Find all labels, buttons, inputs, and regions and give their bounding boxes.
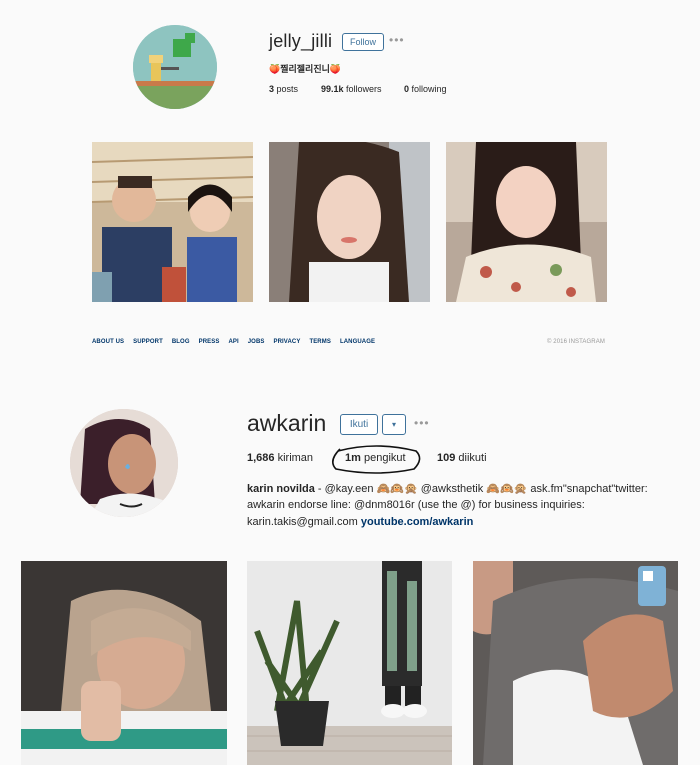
footer-link-jobs[interactable]: JOBS (248, 339, 265, 345)
profile1-following-stat[interactable]: 0 following (404, 84, 447, 94)
profile2-bio-line-2: awkarin endorse line: @dnm8016r (use the… (247, 499, 585, 511)
footer-link-press[interactable]: PRESS (199, 339, 220, 345)
profile2-suggestions-dropdown-icon[interactable]: ▾ (382, 414, 406, 435)
footer-link-terms[interactable]: TERMS (309, 339, 331, 345)
profile2-follow-button[interactable]: Ikuti (340, 414, 378, 435)
footer-link-privacy[interactable]: PRIVACY (274, 339, 301, 345)
bio-full-name: karin novilda (247, 483, 315, 495)
profile2-posts-stat: 1,686 kiriman (247, 452, 313, 464)
profile1-more-options-icon[interactable]: ••• (389, 33, 405, 47)
profile1-posts-stat: 3 posts (269, 84, 298, 94)
profile1-followers-stat[interactable]: 99.1k followers (321, 84, 382, 94)
post-thumbnail[interactable] (92, 142, 253, 302)
followers-label: followers (346, 84, 382, 94)
profile1-footer-links: ABOUT US SUPPORT BLOG PRESS API JOBS PRI… (92, 339, 375, 345)
footer-link-support[interactable]: SUPPORT (133, 339, 163, 345)
profile1-avatar[interactable] (133, 25, 217, 109)
footer-link-language[interactable]: LANGUAGE (340, 339, 375, 345)
footer-link-api[interactable]: API (228, 339, 238, 345)
posts-count: 1,686 (247, 452, 275, 464)
bio-text: - @kay.een 🙈🙉🙊 @awksthetik 🙈🙉🙊 ask.fm"sn… (314, 483, 648, 495)
copyright-text: © 2016 INSTAGRAM (547, 339, 605, 345)
profile2-bio-line-1: karin novilda - @kay.een 🙈🙉🙊 @awksthetik… (247, 482, 648, 495)
annotation-circle (332, 445, 421, 474)
post-thumbnail[interactable] (269, 142, 430, 302)
profile2-following-stat[interactable]: 109 diikuti (437, 452, 487, 464)
followers-count: 99.1k (321, 84, 344, 94)
profile1-username: jelly_jilli (269, 31, 333, 51)
post-thumbnail[interactable] (473, 561, 678, 765)
posts-label: kiriman (277, 452, 314, 464)
posts-count: 3 (269, 84, 275, 94)
posts-label: posts (276, 84, 299, 94)
footer-link-blog[interactable]: BLOG (172, 339, 190, 345)
profile2-avatar[interactable] (70, 409, 178, 517)
following-label: diikuti (458, 452, 487, 464)
bio-website-link[interactable]: youtube.com/awkarin (361, 516, 473, 528)
post-thumbnail[interactable] (21, 561, 227, 765)
profile2-username: awkarin (247, 410, 327, 436)
bio-email: karin.takis@gmail.com (247, 516, 361, 528)
following-count: 109 (437, 452, 456, 464)
footer-link-about-us[interactable]: ABOUT US (92, 339, 124, 345)
post-thumbnail[interactable] (247, 561, 452, 765)
profile2-bio-line-3: karin.takis@gmail.com youtube.com/awkari… (247, 516, 473, 528)
profile1-follow-button[interactable]: Follow (342, 33, 384, 51)
post-thumbnail[interactable] (446, 142, 607, 302)
following-label: following (411, 84, 447, 94)
following-count: 0 (404, 84, 410, 94)
profile1-full-name: 🍑찔리젤리진니🍑 (269, 64, 342, 74)
profile2-more-options-icon[interactable]: ••• (414, 416, 430, 430)
